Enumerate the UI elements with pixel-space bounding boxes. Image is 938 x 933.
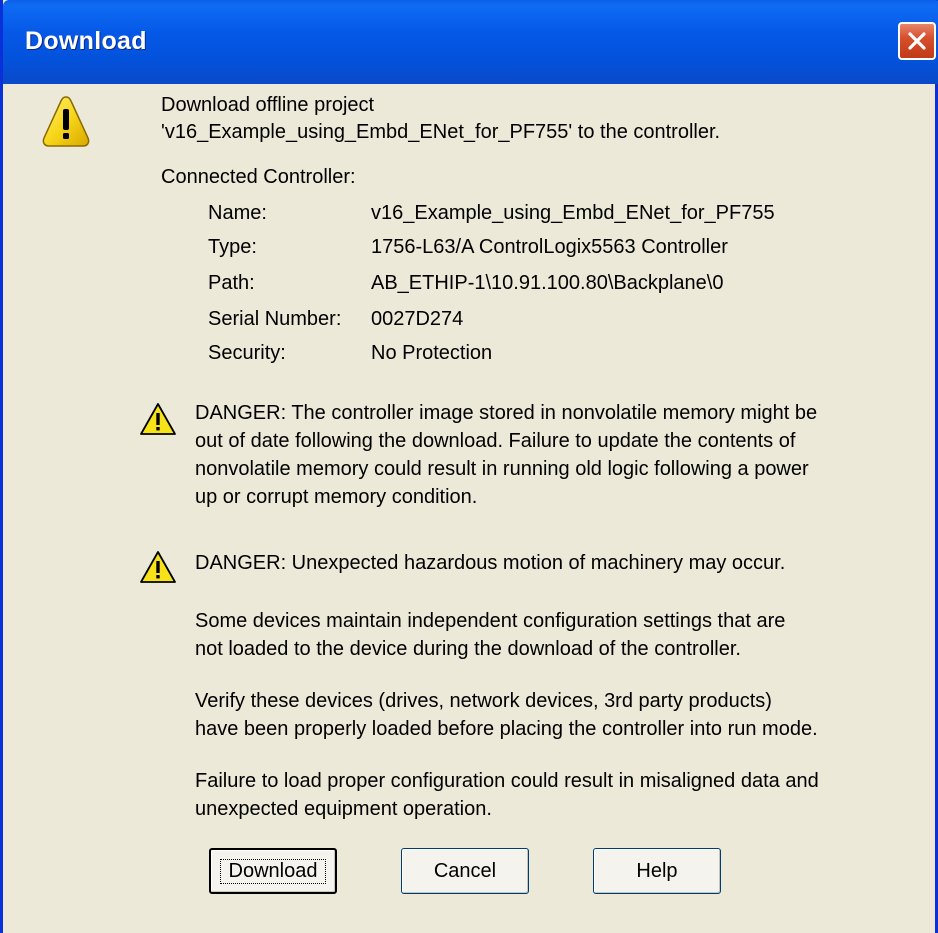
cancel-button[interactable]: Cancel: [401, 848, 529, 894]
danger2-heading: DANGER: Unexpected hazardous motion of m…: [195, 552, 786, 574]
path-label: Path:: [208, 272, 255, 294]
close-icon: [908, 32, 926, 50]
type-label: Type:: [208, 236, 257, 258]
dialog-body: Download offline project 'v16_Example_us…: [3, 84, 935, 933]
warning-icon: [42, 96, 90, 147]
danger2-para1-line-2: not loaded to the device during the down…: [195, 638, 741, 660]
title-bar[interactable]: Download: [3, 0, 938, 84]
window-title: Download: [25, 27, 147, 55]
cancel-button-label: Cancel: [433, 859, 497, 882]
danger-warning-icon: [140, 551, 176, 583]
danger2-para1-line-1: Some devices maintain independent config…: [195, 610, 786, 632]
download-button-label: Download: [219, 858, 327, 884]
download-dialog: Download Download offline project 'v16_E…: [0, 0, 938, 933]
message-line-1: Download offline project: [161, 94, 375, 116]
danger1-line-4: up or corrupt memory condition.: [195, 486, 478, 508]
connected-controller-heading: Connected Controller:: [161, 166, 356, 188]
message-line-2: 'v16_Example_using_Embd_ENet_for_PF755' …: [161, 121, 721, 143]
danger2-para2-line-1: Verify these devices (drives, network de…: [195, 690, 772, 712]
security-value: No Protection: [371, 342, 493, 364]
danger1-line-3: nonvolatile memory could result in runni…: [195, 458, 809, 480]
danger2-para2-line-2: have been properly loaded before placing…: [195, 718, 818, 740]
serial-number-label: Serial Number:: [208, 308, 342, 330]
type-value: 1756-L63/A ControlLogix5563 Controller: [371, 236, 728, 258]
danger1-line-2: out of date following the download. Fail…: [195, 430, 796, 452]
download-button[interactable]: Download: [209, 848, 337, 894]
name-value: v16_Example_using_Embd_ENet_for_PF755: [371, 202, 775, 224]
name-label: Name:: [208, 202, 267, 224]
help-button[interactable]: Help: [593, 848, 721, 894]
serial-number-value: 0027D274: [371, 308, 464, 330]
danger2-para3-line-1: Failure to load proper configuration cou…: [195, 770, 819, 792]
danger2-para3-line-2: unexpected equipment operation.: [195, 798, 492, 820]
danger-warning-icon: [140, 403, 176, 435]
path-value: AB_ETHIP-1\10.91.100.80\Backplane\0: [371, 272, 724, 294]
help-button-label: Help: [636, 859, 678, 882]
security-label: Security:: [208, 342, 286, 364]
close-button[interactable]: [898, 22, 936, 60]
danger1-line-1: DANGER: The controller image stored in n…: [195, 402, 818, 424]
